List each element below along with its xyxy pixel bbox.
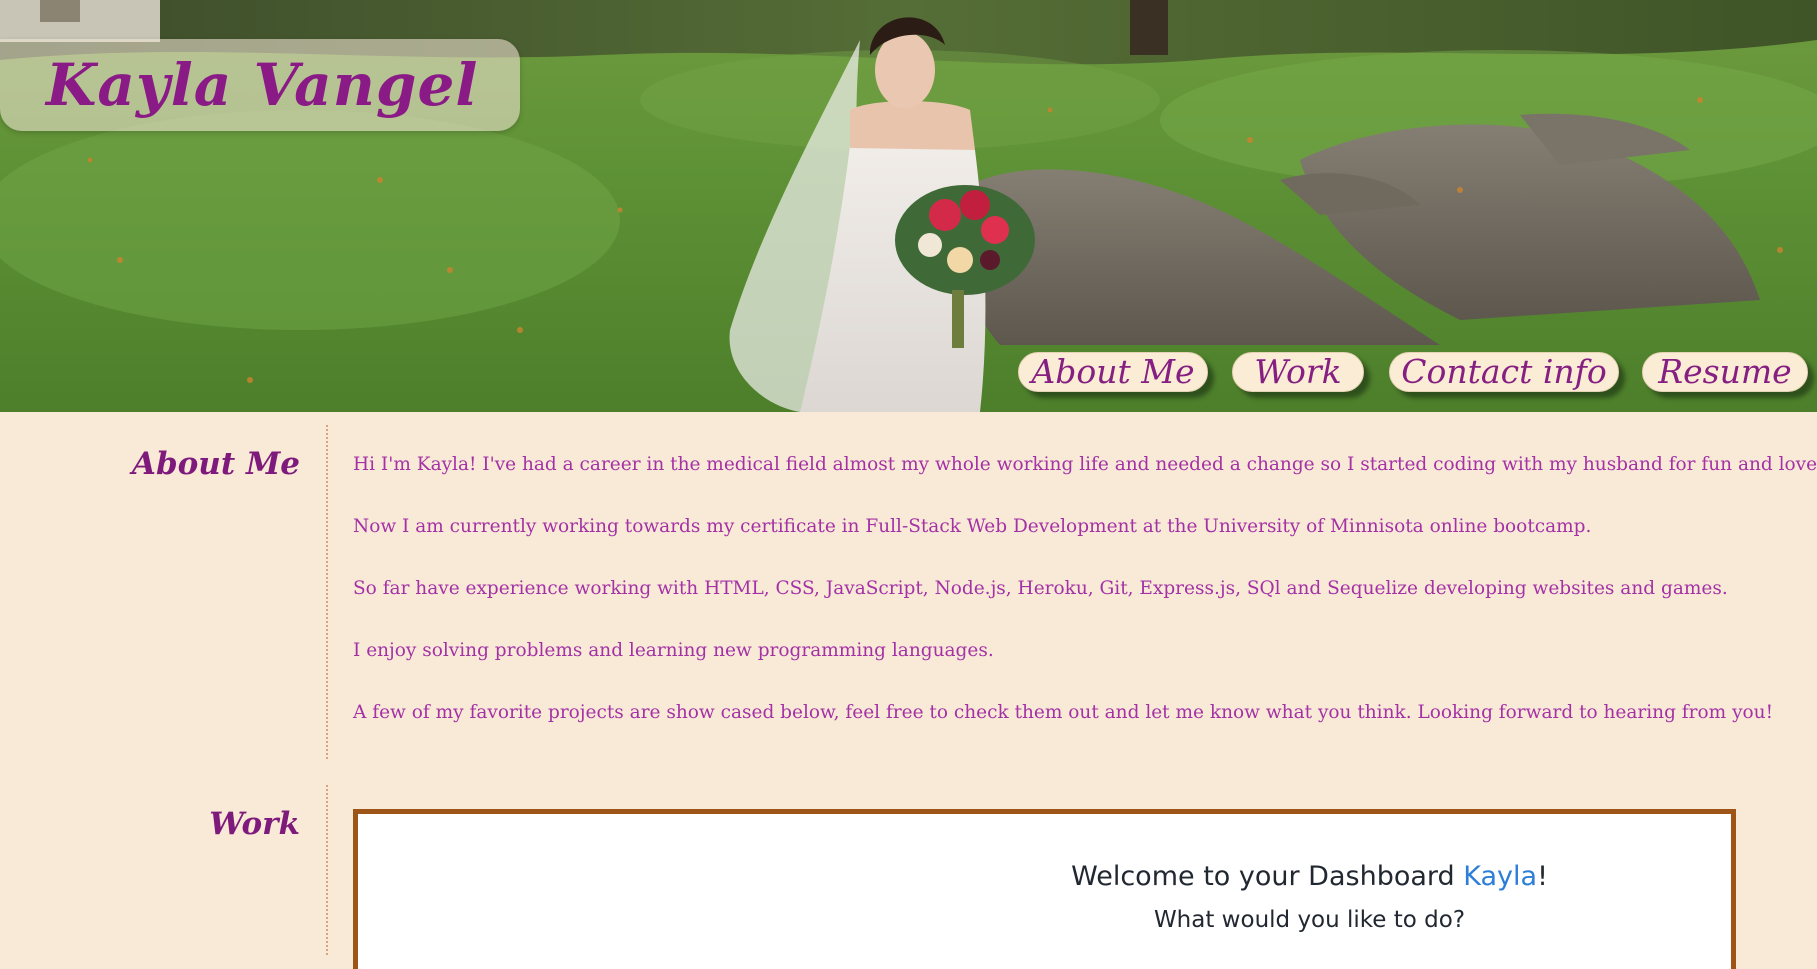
nav-about-me[interactable]: About Me	[1018, 352, 1208, 392]
nav-resume[interactable]: Resume	[1642, 352, 1808, 392]
site-title: Kayla Vangel	[46, 51, 479, 119]
about-paragraph-2: Now I am currently working towards my ce…	[353, 516, 1592, 537]
about-paragraph-3: So far have experience working with HTML…	[353, 578, 1728, 599]
main-nav: About Me Work Contact info Resume	[0, 352, 1817, 394]
dashboard-subtitle: What would you like to do?	[1153, 907, 1466, 933]
work-heading: Work	[209, 806, 300, 842]
name-banner: Kayla Vangel	[0, 39, 520, 131]
about-paragraph-5: A few of my favorite projects are show c…	[353, 702, 1774, 723]
nav-contact-info[interactable]: Contact info	[1389, 352, 1619, 392]
about-divider	[326, 425, 328, 759]
work-divider	[326, 785, 328, 955]
about-body: Hi I'm Kayla! I've had a career in the m…	[353, 452, 1817, 762]
hero-header: Kayla Vangel About Me Work Contact info …	[0, 0, 1817, 412]
about-paragraph-1: Hi I'm Kayla! I've had a career in the m…	[353, 454, 1817, 475]
about-heading: About Me	[131, 446, 300, 482]
dashboard-title-suffix: !	[1537, 861, 1548, 892]
dashboard-title-prefix: Welcome to your Dashboard	[1071, 861, 1464, 892]
nav-work[interactable]: Work	[1232, 352, 1364, 392]
about-paragraph-4: I enjoy solving problems and learning ne…	[353, 640, 994, 661]
project-preview-card[interactable]: Welcome to your Dashboard Kayla! What wo…	[353, 809, 1736, 969]
dashboard-user-name: Kayla	[1463, 861, 1538, 892]
dashboard-welcome-title: Welcome to your Dashboard Kayla!	[358, 861, 1731, 892]
